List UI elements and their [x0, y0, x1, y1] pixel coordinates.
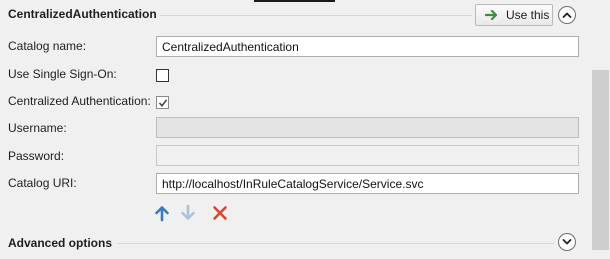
collapse-button[interactable]	[558, 6, 576, 24]
catalog-uri-row: Catalog URI:	[8, 172, 156, 194]
arrow-right-icon	[485, 9, 499, 21]
password-row: Password:	[8, 145, 156, 167]
username-label: Username:	[8, 121, 67, 135]
single-sign-on-checkbox[interactable]	[156, 69, 169, 82]
advanced-options-divider	[118, 243, 554, 244]
arrow-up-icon	[155, 206, 169, 222]
catalog-name-label: Catalog name:	[8, 39, 87, 53]
use-this-button[interactable]: Use this	[475, 4, 553, 26]
username-input[interactable]	[156, 117, 579, 138]
catalog-uri-input[interactable]: http://localhost/InRuleCatalogService/Se…	[156, 173, 579, 194]
catalog-name-row: Catalog name:	[8, 35, 156, 57]
centralized-auth-checkbox[interactable]	[156, 96, 169, 109]
centralized-auth-row: Centralized Authentication:	[8, 90, 156, 112]
arrow-down-icon	[181, 204, 195, 220]
section-divider	[160, 15, 472, 16]
catalog-name-input[interactable]: CentralizedAuthentication	[156, 36, 579, 57]
delete-button[interactable]	[211, 204, 229, 222]
scrollbar-thumb[interactable]	[592, 70, 609, 250]
single-sign-on-row: Use Single Sign-On:	[8, 63, 156, 85]
username-row: Username:	[8, 117, 156, 139]
delete-icon	[213, 206, 227, 220]
move-down-button[interactable]	[179, 204, 197, 222]
catalog-uri-label: Catalog URI:	[8, 176, 77, 190]
advanced-options-title: Advanced options	[8, 236, 113, 250]
section-title: CentralizedAuthentication	[8, 7, 157, 21]
checkmark-icon	[158, 99, 168, 108]
catalog-panel: CentralizedAuthentication Use this Catal…	[0, 0, 590, 259]
expand-advanced-button[interactable]	[558, 233, 576, 251]
use-this-label: Use this	[506, 8, 550, 22]
chevron-up-icon	[562, 11, 572, 19]
centralized-auth-label: Centralized Authentication:	[8, 94, 151, 108]
single-sign-on-label: Use Single Sign-On:	[8, 67, 117, 81]
chevron-down-icon	[562, 238, 572, 246]
password-label: Password:	[8, 149, 65, 163]
move-up-button[interactable]	[153, 204, 171, 222]
password-input[interactable]	[156, 145, 579, 166]
